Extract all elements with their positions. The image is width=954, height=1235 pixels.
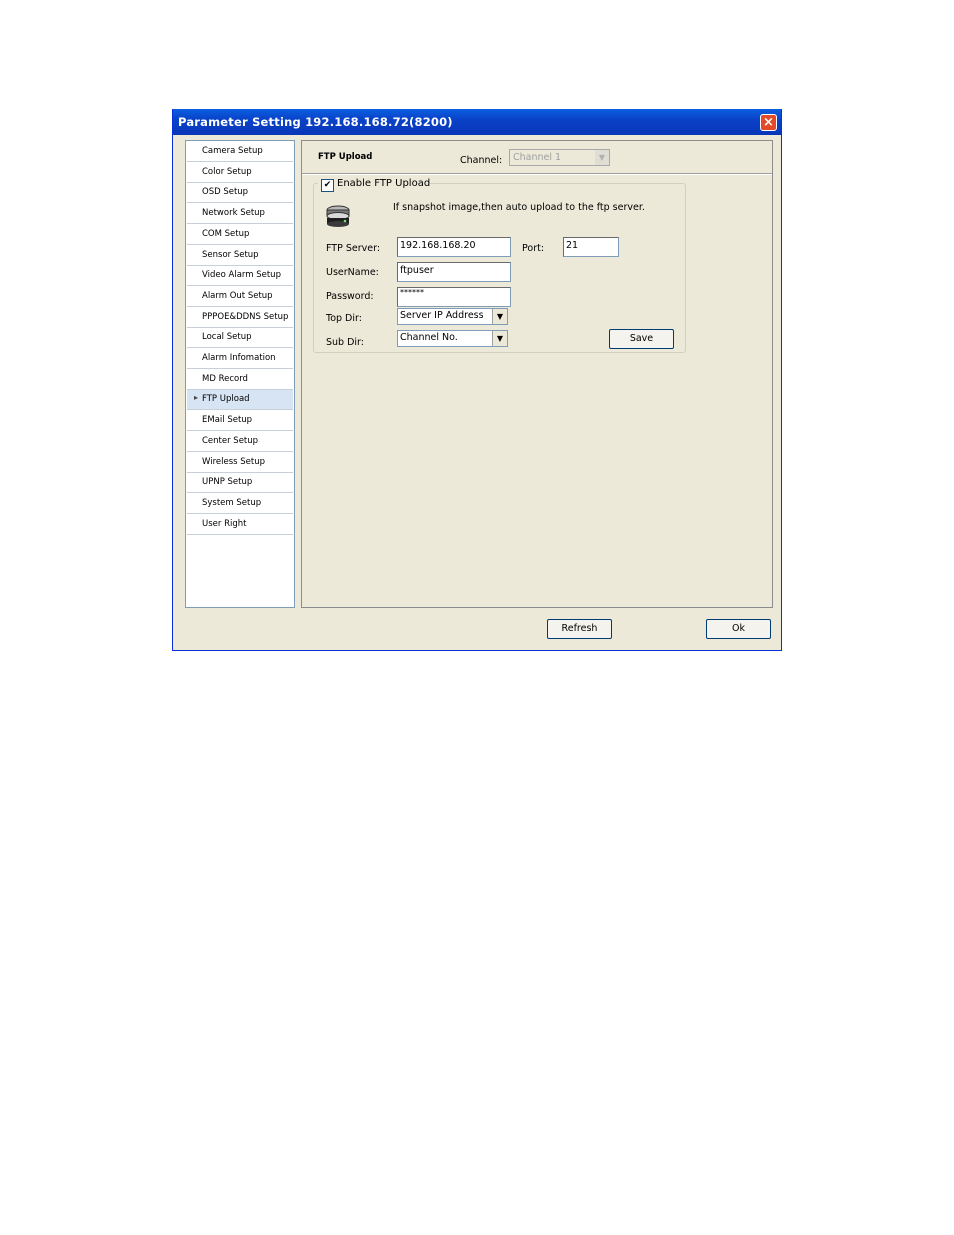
- window-title: Parameter Setting 192.168.168.72(8200): [178, 115, 453, 129]
- sidebar-item-wireless-setup[interactable]: Wireless Setup: [187, 452, 293, 473]
- sidebar-item-label: UPNP Setup: [202, 477, 253, 488]
- chevron-down-icon: ▼: [492, 331, 507, 346]
- section-title: FTP Upload: [318, 152, 373, 162]
- sidebar-item-color-setup[interactable]: Color Setup: [187, 162, 293, 183]
- refresh-button[interactable]: Refresh: [547, 619, 612, 639]
- ftp-server-value: 192.168.168.20: [400, 240, 476, 251]
- enable-ftp-upload[interactable]: ✔ Enable FTP Upload: [318, 178, 431, 192]
- sidebar-item-upnp-setup[interactable]: UPNP Setup: [187, 473, 293, 494]
- sidebar-item-alarm-infomation[interactable]: Alarm Infomation: [187, 349, 293, 369]
- sidebar-item-label: PPPOE&DDNS Setup: [202, 311, 289, 322]
- sidebar-item-user-right[interactable]: User Right: [187, 514, 293, 535]
- top-dir-label: Top Dir:: [326, 313, 362, 324]
- close-button[interactable]: ×: [760, 114, 777, 131]
- ftp-upload-panel: FTP Upload Channel: Channel 1 ▼ ✔ Enable…: [301, 140, 773, 608]
- sidebar-item-video-alarm-setup[interactable]: Video Alarm Setup: [187, 266, 293, 287]
- title-bar[interactable]: Parameter Setting 192.168.168.72(8200) ×: [173, 109, 781, 135]
- chevron-down-icon: ▼: [492, 309, 507, 324]
- port-label: Port:: [522, 243, 545, 254]
- chevron-down-icon: ▼: [595, 150, 609, 165]
- channel-select-value: Channel 1: [513, 152, 562, 163]
- sidebar-item-md-record[interactable]: MD Record: [187, 369, 293, 390]
- sidebar-item-label: COM Setup: [202, 228, 250, 239]
- sidebar-item-label: Alarm Out Setup: [202, 290, 273, 301]
- username-value: ftpuser: [400, 265, 434, 276]
- sidebar-item-alarm-out-setup[interactable]: Alarm Out Setup: [187, 286, 293, 307]
- password-label: Password:: [326, 291, 374, 302]
- sidebar-item-label: EMail Setup: [202, 415, 253, 426]
- sub-dir-value: Channel No.: [400, 332, 458, 343]
- ok-button[interactable]: Ok: [706, 619, 771, 639]
- sidebar-item-network-setup[interactable]: Network Setup: [187, 204, 293, 225]
- sidebar-item-ftp-upload[interactable]: ▸ FTP Upload: [187, 390, 293, 411]
- username-label: UserName:: [326, 267, 379, 278]
- info-text: If snapshot image,then auto upload to th…: [393, 202, 645, 213]
- sidebar-item-label: MD Record: [202, 373, 248, 384]
- sidebar-item-label: Center Setup: [202, 435, 259, 446]
- top-dir-value: Server IP Address: [400, 310, 484, 321]
- sidebar-item-osd-setup[interactable]: OSD Setup: [187, 183, 293, 204]
- header-divider: [302, 173, 772, 175]
- channel-label: Channel:: [460, 155, 503, 166]
- sidebar-item-camera-setup[interactable]: Camera Setup: [187, 142, 293, 162]
- sub-dir-select[interactable]: Channel No. ▼: [397, 330, 508, 347]
- sidebar-item-label: Network Setup: [202, 208, 265, 219]
- sidebar-item-label: System Setup: [202, 497, 262, 508]
- sidebar-item-system-setup[interactable]: System Setup: [187, 493, 293, 514]
- sidebar-item-center-setup[interactable]: Center Setup: [187, 431, 293, 452]
- enable-ftp-label: Enable FTP Upload: [337, 178, 431, 189]
- top-dir-select[interactable]: Server IP Address ▼: [397, 308, 508, 325]
- sidebar-item-pppoe-ddns-setup[interactable]: PPPOE&DDNS Setup: [187, 307, 293, 328]
- sidebar-item-label: Wireless Setup: [202, 456, 266, 467]
- port-value: 21: [566, 240, 579, 251]
- sidebar-item-sensor-setup[interactable]: Sensor Setup: [187, 245, 293, 266]
- sidebar-item-label: User Right: [202, 518, 247, 529]
- ftp-server-label: FTP Server:: [326, 243, 381, 254]
- password-value: ******: [400, 288, 424, 297]
- channel-select[interactable]: Channel 1 ▼: [509, 149, 610, 166]
- enable-ftp-checkbox[interactable]: ✔: [321, 179, 334, 192]
- sub-dir-label: Sub Dir:: [326, 337, 364, 348]
- parameter-setting-window: Parameter Setting 192.168.168.72(8200) ×…: [172, 109, 782, 651]
- sidebar-item-label: Alarm Infomation: [202, 353, 276, 363]
- save-button[interactable]: Save: [609, 329, 674, 349]
- sidebar-item-label: Local Setup: [202, 332, 252, 343]
- sidebar-item-email-setup[interactable]: EMail Setup: [187, 411, 293, 432]
- sidebar-item-com-setup[interactable]: COM Setup: [187, 224, 293, 245]
- sidebar-item-label: Sensor Setup: [202, 249, 259, 260]
- sidebar-item-label: Camera Setup: [202, 146, 263, 156]
- ftp-settings-group: ✔ Enable FTP Upload If snapshot image,th…: [313, 178, 686, 353]
- ftp-server-input[interactable]: 192.168.168.20: [397, 237, 511, 257]
- server-icon: [326, 205, 350, 227]
- sidebar-item-label: Color Setup: [202, 166, 252, 177]
- settings-sidebar: Camera Setup Color Setup OSD Setup Netwo…: [185, 140, 295, 608]
- selected-arrow-icon: ▸: [194, 393, 199, 403]
- sidebar-item-label: OSD Setup: [202, 187, 249, 198]
- sidebar-item-local-setup[interactable]: Local Setup: [187, 328, 293, 349]
- username-input[interactable]: ftpuser: [397, 262, 511, 282]
- port-input[interactable]: 21: [563, 237, 619, 257]
- close-icon: ×: [763, 115, 774, 130]
- password-input[interactable]: ******: [397, 287, 511, 307]
- sidebar-item-label: FTP Upload: [202, 394, 250, 405]
- sidebar-item-label: Video Alarm Setup: [202, 270, 281, 281]
